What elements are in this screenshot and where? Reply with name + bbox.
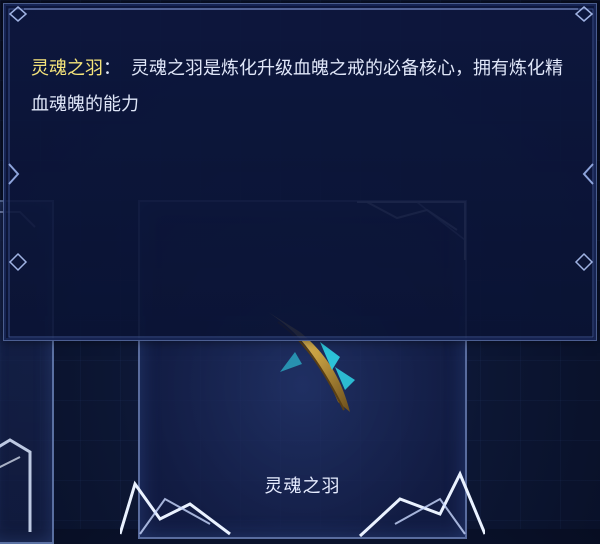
tooltip-title-colon: ： — [103, 58, 121, 79]
item-name-label: 灵魂之羽 — [264, 476, 341, 497]
item-tooltip: 灵魂之羽： 灵魂之羽是炼化升级血魄之戒的必备核心，拥有炼化精血魂魄的能力 — [3, 3, 597, 341]
tooltip-text: 灵魂之羽： 灵魂之羽是炼化升级血魄之戒的必备核心，拥有炼化精血魂魄的能力 — [31, 51, 576, 123]
tooltip-item-title: 灵魂之羽 — [31, 58, 103, 79]
